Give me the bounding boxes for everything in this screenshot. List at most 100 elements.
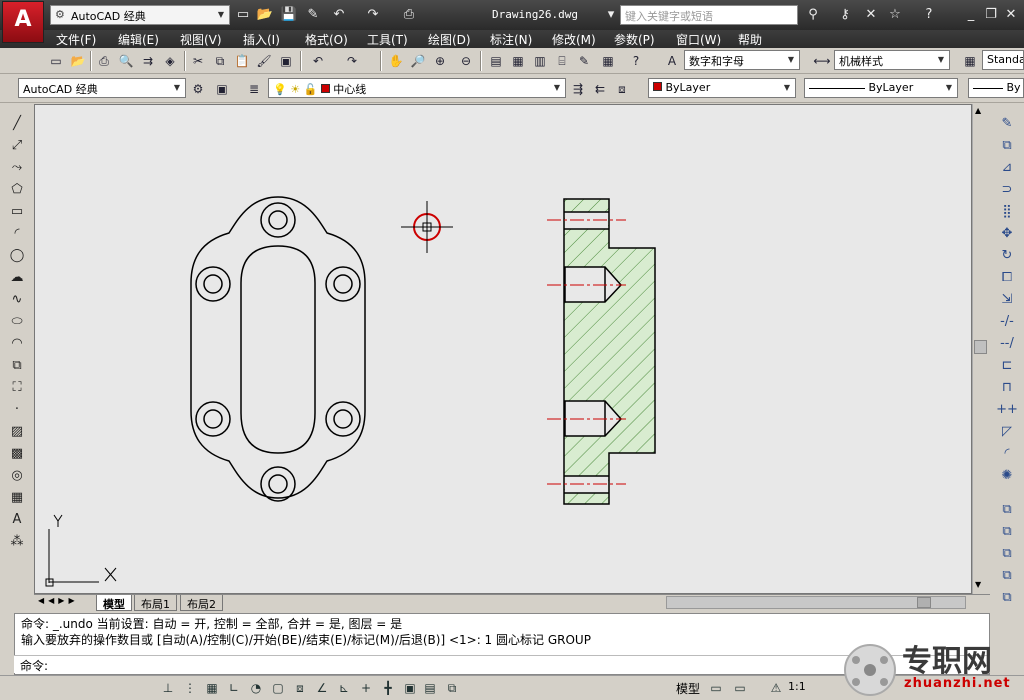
polyline-icon[interactable]: ⤳ bbox=[6, 158, 28, 178]
text-style-select[interactable]: 数字和字母 ▼ bbox=[684, 50, 800, 70]
otrack-icon[interactable]: ∠ bbox=[312, 678, 332, 698]
minimize-ribbon-icon[interactable]: ▾ bbox=[602, 6, 620, 24]
rectangle-icon[interactable]: ▭ bbox=[6, 202, 28, 222]
polar-icon[interactable]: ◔ bbox=[246, 678, 266, 698]
add-selected-icon[interactable]: ⁂ bbox=[6, 532, 28, 552]
dim-style-icon[interactable]: ⟷ bbox=[812, 50, 832, 70]
fillet-icon[interactable]: ◜ bbox=[996, 444, 1018, 464]
zoom-previous-icon[interactable]: ⊖ bbox=[456, 50, 476, 70]
tab-nav-arrows-icon[interactable]: ◀◀▶▶ bbox=[38, 596, 79, 605]
quick-properties-icon[interactable]: ▤ bbox=[420, 678, 440, 698]
grid-icon[interactable]: ▦ bbox=[202, 678, 222, 698]
trim-icon[interactable]: -/- bbox=[996, 312, 1018, 332]
table-icon[interactable]: ▦ bbox=[6, 488, 28, 508]
copy-icon[interactable]: ⧉ bbox=[210, 50, 230, 70]
cut-icon[interactable]: ✂ bbox=[188, 50, 208, 70]
minimize-icon[interactable]: _ bbox=[962, 6, 980, 24]
tab-layout2[interactable]: 布局2 bbox=[180, 595, 223, 611]
rotate-icon[interactable]: ↻ bbox=[996, 246, 1018, 266]
horizontal-scrollbar[interactable] bbox=[666, 596, 966, 609]
workspace-select[interactable]: AutoCAD 经典 ▼ bbox=[18, 78, 186, 98]
osnap-icon[interactable]: ▢ bbox=[268, 678, 288, 698]
vertical-scrollbar[interactable]: ▲ ▼ bbox=[972, 104, 988, 594]
annotation-scale-icon[interactable]: ⚠ bbox=[766, 678, 786, 698]
tool-palettes-icon[interactable]: ▥ bbox=[530, 50, 550, 70]
move-icon[interactable]: ✥ bbox=[996, 224, 1018, 244]
help-icon[interactable]: ? bbox=[920, 6, 938, 24]
color-select[interactable]: ByLayer ▼ bbox=[648, 78, 796, 98]
transparency-icon[interactable]: ▣ bbox=[400, 678, 420, 698]
drawing-canvas[interactable]: X Y bbox=[34, 104, 972, 594]
block-editor-icon[interactable]: ▣ bbox=[276, 50, 296, 70]
workspace-switcher[interactable]: ⚙ AutoCAD 经典 ▼ bbox=[50, 5, 230, 25]
array-icon[interactable]: ⣿ bbox=[996, 202, 1018, 222]
sheet-set-icon[interactable]: ⌸ bbox=[552, 50, 572, 70]
3d-osnap-icon[interactable]: ⧈ bbox=[290, 678, 310, 698]
circle-icon[interactable]: ◯ bbox=[6, 246, 28, 266]
ortho-icon[interactable]: ∟ bbox=[224, 678, 244, 698]
scroll-thumb[interactable] bbox=[974, 340, 987, 354]
layer-properties-icon[interactable]: ≣ bbox=[244, 78, 264, 98]
menu-view[interactable]: 视图(V) bbox=[180, 31, 222, 48]
plot-icon[interactable]: ⎙ bbox=[400, 6, 418, 24]
layer-states-icon[interactable]: ⧈ bbox=[612, 78, 632, 98]
binoculars-icon[interactable]: ⚲ bbox=[804, 6, 822, 24]
dyn-icon[interactable]: + bbox=[356, 678, 376, 698]
draworder-above-icon[interactable]: ⧉ bbox=[996, 544, 1018, 564]
scale-icon[interactable]: ⧠ bbox=[996, 268, 1018, 288]
spline-icon[interactable]: ∿ bbox=[6, 290, 28, 310]
text-style-icon[interactable]: A bbox=[662, 50, 682, 70]
zoom-realtime-icon[interactable]: 🔎 bbox=[408, 50, 428, 70]
redo-icon[interactable]: ↷ bbox=[342, 50, 362, 70]
paste-icon[interactable]: 📋 bbox=[232, 50, 252, 70]
ellipse-arc-icon[interactable]: ◠ bbox=[6, 334, 28, 354]
join-icon[interactable]: ++ bbox=[996, 400, 1018, 420]
gradient-icon[interactable]: ▩ bbox=[6, 444, 28, 464]
workspace-settings-icon[interactable]: ⚙ bbox=[188, 78, 208, 98]
zoom-window-icon[interactable]: ⊕ bbox=[430, 50, 450, 70]
design-center-icon[interactable]: ▦ bbox=[508, 50, 528, 70]
layer-previous-icon[interactable]: ⇇ bbox=[590, 78, 610, 98]
break-icon[interactable]: ⊓ bbox=[996, 378, 1018, 398]
print-icon[interactable]: ⎙ bbox=[94, 50, 114, 70]
quick-view-layouts-icon[interactable]: ▭ bbox=[706, 678, 726, 698]
construction-line-icon[interactable]: ⤢ bbox=[6, 136, 28, 156]
draworder-back-icon[interactable]: ⧉ bbox=[996, 522, 1018, 542]
snap-mode-icon[interactable]: ⋮ bbox=[180, 678, 200, 698]
make-current-layer-icon[interactable]: ⇶ bbox=[568, 78, 588, 98]
markup-icon[interactable]: ✎ bbox=[574, 50, 594, 70]
menu-file[interactable]: 文件(F) bbox=[56, 31, 96, 48]
menu-dimension[interactable]: 标注(N) bbox=[490, 31, 532, 48]
table-style-select[interactable]: Standa bbox=[982, 50, 1024, 70]
insert-block-icon[interactable]: ⧉ bbox=[6, 356, 28, 376]
region-icon[interactable]: ◎ bbox=[6, 466, 28, 486]
undo-icon[interactable]: ↶ bbox=[308, 50, 328, 70]
star-icon[interactable]: ☆ bbox=[886, 6, 904, 24]
dim-style-select[interactable]: 机械样式 ▼ bbox=[834, 50, 950, 70]
help-icon[interactable]: ? bbox=[626, 50, 646, 70]
help-search-input[interactable]: 键入关键字或短语 bbox=[620, 5, 798, 25]
layer-select[interactable]: 💡 ☀ 🔓 中心线 ▼ bbox=[268, 78, 566, 98]
pan-icon[interactable]: ✋ bbox=[386, 50, 406, 70]
restore-icon[interactable]: ❐ bbox=[982, 6, 1000, 24]
infer-constraints-icon[interactable]: ⊥ bbox=[158, 678, 178, 698]
extend-icon[interactable]: --/ bbox=[996, 334, 1018, 354]
menu-insert[interactable]: 插入(I) bbox=[243, 31, 280, 48]
draworder-under-icon[interactable]: ⧉ bbox=[996, 566, 1018, 586]
open-folder-icon[interactable]: 📂 bbox=[256, 6, 274, 24]
undo-icon[interactable]: ↶ bbox=[330, 6, 348, 24]
quick-view-drawings-icon[interactable]: ▭ bbox=[730, 678, 750, 698]
line-icon[interactable]: ╱ bbox=[6, 114, 28, 134]
new-icon[interactable]: ▭ bbox=[46, 50, 66, 70]
offset-icon[interactable]: ⊃ bbox=[996, 180, 1018, 200]
menu-help[interactable]: 帮助 bbox=[738, 31, 762, 48]
scroll-down-icon[interactable]: ▼ bbox=[975, 580, 981, 589]
menu-modify[interactable]: 修改(M) bbox=[552, 31, 596, 48]
arc-icon[interactable]: ◜ bbox=[6, 224, 28, 244]
h-scroll-thumb[interactable] bbox=[917, 597, 931, 608]
properties-icon[interactable]: ▤ bbox=[486, 50, 506, 70]
lineweight-select[interactable]: By bbox=[968, 78, 1024, 98]
menu-format[interactable]: 格式(O) bbox=[305, 31, 348, 48]
table-style-icon[interactable]: ▦ bbox=[960, 50, 980, 70]
redo-icon[interactable]: ↷ bbox=[364, 6, 382, 24]
